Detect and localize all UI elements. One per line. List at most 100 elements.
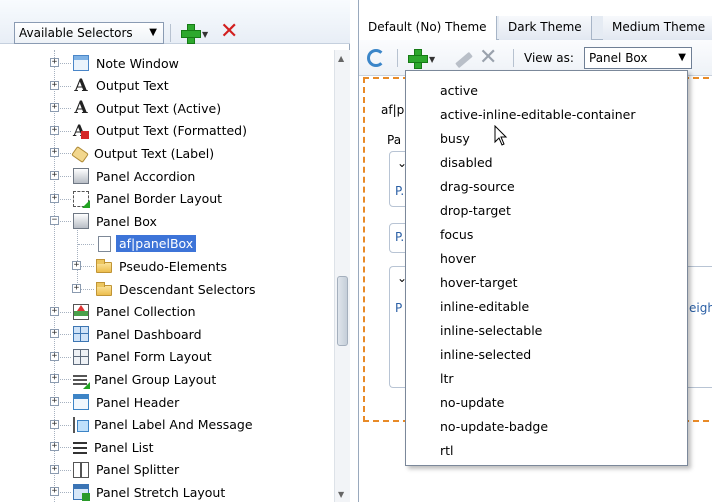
- text-a-icon: A: [74, 98, 88, 119]
- selectors-pane: Available Selectors ▼ ▼ ✕ + Note Window + A…: [0, 0, 350, 502]
- menu-item[interactable]: no-update: [406, 390, 687, 414]
- expand-icon[interactable]: +: [50, 442, 59, 452]
- splitter-icon: [73, 461, 89, 478]
- tree-guide-line: [78, 243, 94, 245]
- pencil-icon[interactable]: [455, 51, 473, 69]
- preview-text: P: [395, 301, 403, 315]
- tree-item[interactable]: Panel Stretch Layout: [73, 481, 228, 502]
- tree-item-label: Output Text (Active): [96, 100, 222, 116]
- menu-item[interactable]: active-inline-editable-container: [406, 102, 687, 126]
- refresh-icon[interactable]: [367, 49, 385, 67]
- tree-item[interactable]: Panel Accordion: [73, 165, 198, 187]
- tree-item[interactable]: Panel Form Layout: [73, 346, 215, 368]
- dashboard-icon: [73, 326, 89, 343]
- scroll-up-icon[interactable]: ▲: [338, 54, 344, 63]
- tree-item[interactable]: af|panelBox: [96, 233, 197, 255]
- tree-item[interactable]: Panel Header: [73, 391, 182, 413]
- tree-item-label: Panel Collection: [96, 304, 196, 320]
- tree-item[interactable]: A Output Text (Formatted): [73, 120, 250, 142]
- expand-icon[interactable]: +: [50, 148, 59, 158]
- collapse-icon[interactable]: −: [50, 216, 59, 226]
- tree-item[interactable]: Panel Box: [73, 210, 160, 232]
- expand-icon[interactable]: +: [50, 419, 59, 429]
- expand-icon[interactable]: +: [50, 103, 59, 113]
- selector-tree: + Note Window + A Output Text + A Output Text (…: [0, 50, 334, 502]
- folder-icon: [96, 259, 112, 274]
- menu-item[interactable]: rtl: [406, 438, 687, 462]
- tree-item[interactable]: Panel Collection: [73, 301, 199, 323]
- tree-item[interactable]: Panel Label And Message: [73, 414, 256, 436]
- scroll-down-icon[interactable]: ▼: [338, 490, 344, 499]
- menu-item[interactable]: disabled: [406, 150, 687, 174]
- tree-item[interactable]: Descendant Selectors: [96, 278, 259, 300]
- expand-icon[interactable]: +: [72, 284, 81, 293]
- border-layout-icon: [73, 190, 90, 208]
- tab-default-theme[interactable]: Default (No) Theme: [359, 16, 497, 41]
- tree-item[interactable]: Panel Border Layout: [73, 188, 225, 210]
- expand-icon[interactable]: +: [50, 487, 59, 497]
- menu-item[interactable]: busy: [406, 126, 687, 150]
- view-as-select[interactable]: Panel Box ▼: [584, 47, 692, 69]
- red-x-icon[interactable]: ✕: [220, 21, 238, 43]
- tree-item-label: Panel Label And Message: [94, 417, 253, 433]
- expand-icon[interactable]: +: [50, 58, 59, 67]
- tree-item-label: Output Text (Formatted): [96, 123, 247, 139]
- tree-item[interactable]: A Output Text: [73, 75, 172, 97]
- menu-item[interactable]: hover-target: [406, 270, 687, 294]
- expand-icon[interactable]: +: [50, 329, 59, 339]
- folder-icon: [96, 282, 112, 296]
- expand-icon[interactable]: +: [50, 193, 59, 203]
- tab-dark-theme[interactable]: Dark Theme: [499, 16, 592, 40]
- chevron-down-icon[interactable]: ▼: [429, 55, 435, 64]
- expand-icon[interactable]: +: [50, 351, 59, 361]
- plus-icon[interactable]: [180, 23, 201, 44]
- tree-item[interactable]: Panel Group Layout: [73, 368, 219, 390]
- tree-item-label: Output Text: [96, 78, 169, 94]
- menu-item[interactable]: inline-selectable: [406, 318, 687, 342]
- plus-icon[interactable]: [407, 48, 428, 69]
- tree-item[interactable]: Panel Splitter: [73, 459, 182, 481]
- menu-item[interactable]: focus: [406, 222, 687, 246]
- tree-item-label: Panel Box: [96, 213, 157, 229]
- scrollbar-thumb[interactable]: [337, 276, 348, 346]
- menu-item[interactable]: inline-selected: [406, 342, 687, 366]
- menu-item[interactable]: active: [406, 78, 687, 102]
- preview-text: P.: [395, 230, 405, 244]
- menu-item[interactable]: inline-editable: [406, 294, 687, 318]
- close-icon[interactable]: ✕: [479, 47, 497, 69]
- tree-item-label: Panel Header: [96, 394, 180, 410]
- expand-icon[interactable]: +: [50, 374, 59, 384]
- tree-item[interactable]: Panel List: [73, 436, 157, 458]
- expand-icon[interactable]: +: [50, 306, 59, 316]
- expand-icon[interactable]: +: [50, 80, 59, 90]
- tab-label: Medium Theme: [612, 20, 706, 34]
- tree-scrollbar[interactable]: ▲ ▼: [334, 50, 350, 502]
- menu-item[interactable]: drop-target: [406, 198, 687, 222]
- expand-icon[interactable]: +: [50, 397, 59, 406]
- menu-item[interactable]: hover: [406, 246, 687, 270]
- tree-item[interactable]: Pseudo-Elements: [96, 255, 230, 277]
- tree-item-label: Panel Form Layout: [96, 349, 212, 365]
- tree-item[interactable]: A Output Text (Active): [73, 97, 224, 119]
- expand-icon[interactable]: +: [50, 464, 59, 474]
- available-selectors-dropdown[interactable]: Available Selectors ▼: [14, 22, 164, 44]
- tab-medium-theme[interactable]: Medium Theme: [603, 16, 712, 40]
- window-icon: [73, 55, 89, 71]
- tree-item[interactable]: Output Text (Label): [71, 142, 217, 164]
- menu-item[interactable]: ltr: [406, 366, 687, 390]
- chevron-down-icon[interactable]: ▼: [202, 30, 208, 39]
- tree-item-label: Panel Border Layout: [96, 191, 223, 207]
- tree-guide-line: [54, 50, 55, 502]
- tab-label: Default (No) Theme: [368, 20, 487, 34]
- tree-item[interactable]: Note Window: [73, 52, 182, 74]
- tab-label: Dark Theme: [508, 20, 582, 34]
- expand-icon[interactable]: +: [50, 125, 59, 135]
- menu-item[interactable]: drag-source: [406, 174, 687, 198]
- expand-icon[interactable]: +: [72, 261, 81, 271]
- menu-item[interactable]: no-update-badge: [406, 414, 687, 438]
- tree-item-label: Panel Splitter: [96, 462, 180, 478]
- text-a-icon: A: [74, 75, 88, 96]
- toolbar-separator: [170, 24, 171, 42]
- expand-icon[interactable]: +: [50, 171, 59, 180]
- tree-item[interactable]: Panel Dashboard: [73, 323, 205, 345]
